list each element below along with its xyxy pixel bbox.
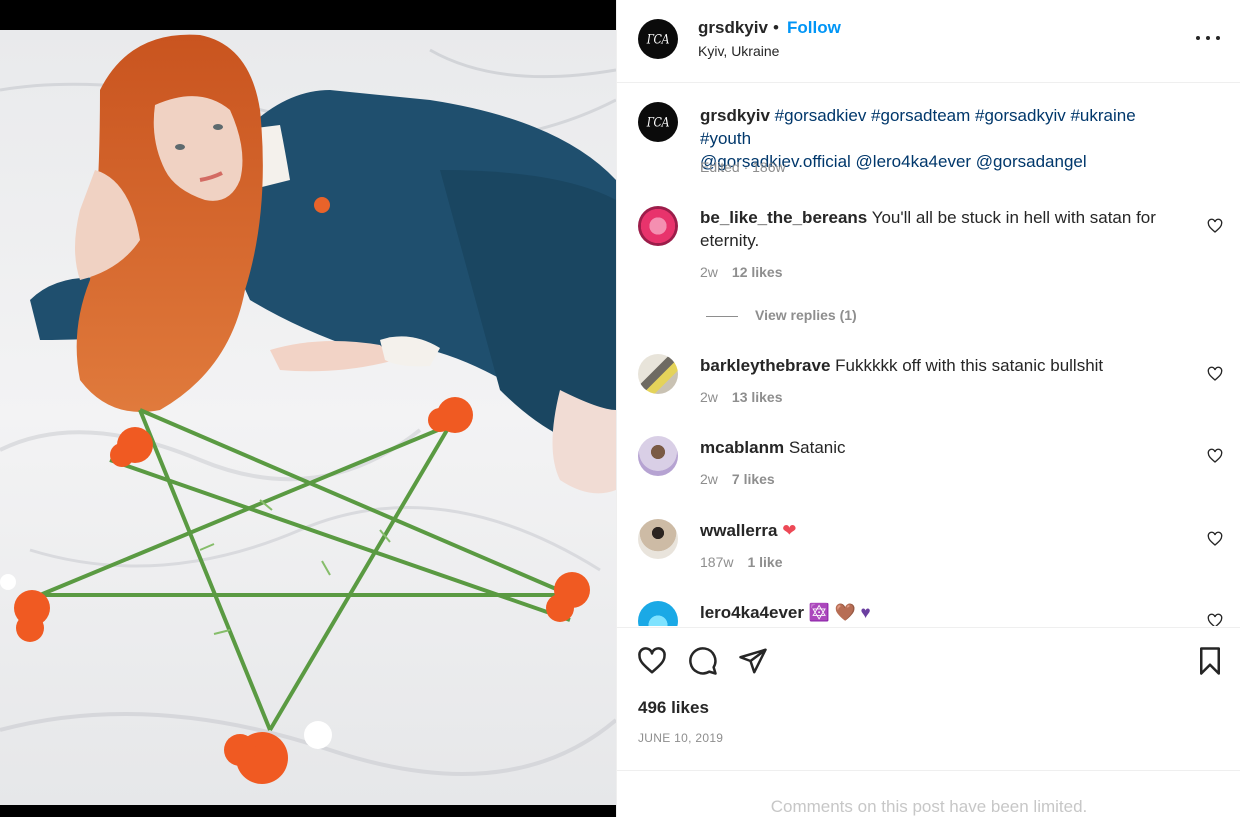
comment-text: lero4ka4ever 🔯 🤎 ♥ <box>700 601 1170 624</box>
comment-like-heart-icon[interactable] <box>1207 531 1223 547</box>
comment-text: mcablanm Satanic <box>700 436 1170 459</box>
comment-age: 2w <box>700 264 718 280</box>
caption-meta: Edited · 186w <box>700 159 786 175</box>
author-avatar[interactable]: ГСА <box>638 19 678 59</box>
comment-username[interactable]: wwallerra <box>700 521 778 540</box>
comment-likes[interactable]: 12 likes <box>732 264 783 280</box>
comment-likes[interactable]: 13 likes <box>732 389 783 405</box>
comment-age: 187w <box>700 554 734 570</box>
comment-text: be_like_the_bereans You'll all be stuck … <box>700 206 1170 252</box>
commenter-avatar[interactable] <box>638 354 678 394</box>
comment-content: Satanic <box>788 438 846 457</box>
comment-username[interactable]: mcablanm <box>700 438 784 457</box>
bookmark-icon[interactable] <box>1195 646 1225 676</box>
follow-button[interactable]: Follow <box>787 18 841 38</box>
commenter-avatar[interactable] <box>638 436 678 476</box>
comment-icon[interactable] <box>688 646 718 676</box>
separator-dot: • <box>773 18 779 37</box>
comment-text: wwallerra ❤ <box>700 519 1170 542</box>
author-username[interactable]: grsdkyiv <box>698 18 768 38</box>
post-actions: 496 likes JUNE 10, 2019 <box>617 627 1240 771</box>
commenter-avatar[interactable] <box>638 519 678 559</box>
commenter-avatar[interactable] <box>638 206 678 246</box>
post-date[interactable]: JUNE 10, 2019 <box>638 731 723 745</box>
avatar-logo-text: ГСА <box>646 31 670 47</box>
comment-content: Fukkkkk off with this satanic bullshit <box>835 356 1104 375</box>
likes-count[interactable]: 496 likes <box>638 698 709 718</box>
comment-content: ❤ <box>782 521 797 540</box>
commenter-avatar[interactable] <box>638 601 678 626</box>
caption-avatar[interactable]: ГСА <box>638 102 678 142</box>
comment-content: 🔯 🤎 ♥ <box>808 603 871 622</box>
comment-like-heart-icon[interactable] <box>1207 613 1223 626</box>
comment-meta: 2w 13 likes <box>700 389 783 405</box>
paper-plane-icon[interactable] <box>738 646 768 676</box>
comment-age: 2w <box>700 389 718 405</box>
comment-username[interactable]: be_like_the_bereans <box>700 208 867 227</box>
post-image <box>0 30 616 805</box>
more-horizontal-icon[interactable] <box>1195 28 1221 48</box>
comment-text: barkleythebrave Fukkkkk off with this sa… <box>700 354 1170 377</box>
comment-likes[interactable]: 7 likes <box>732 471 775 487</box>
post-details-panel: ГСА grsdkyiv • Follow Kyiv, Ukraine ГСА … <box>616 0 1240 817</box>
comment-age: 2w <box>700 471 718 487</box>
heart-icon[interactable] <box>637 646 667 676</box>
comment-meta: 187w 1 like <box>700 554 783 570</box>
comment-username[interactable]: lero4ka4ever <box>700 603 804 622</box>
comment-meta: 2w 12 likes <box>700 264 783 280</box>
comment-likes[interactable]: 1 like <box>747 554 782 570</box>
comment-like-heart-icon[interactable] <box>1207 448 1223 464</box>
avatar-logo-text: ГСА <box>646 114 670 130</box>
post-location[interactable]: Kyiv, Ukraine <box>698 43 779 59</box>
comment-username[interactable]: barkleythebrave <box>700 356 830 375</box>
comment-meta: 2w 7 likes <box>700 471 775 487</box>
comment-like-heart-icon[interactable] <box>1207 366 1223 382</box>
comments-list[interactable]: ГСА grsdkyiv #gorsadkiev #gorsadteam #go… <box>617 84 1240 626</box>
caption-username[interactable]: grsdkyiv <box>700 106 770 125</box>
comments-limited-notice: Comments on this post have been limited. <box>770 797 1088 816</box>
view-replies-button[interactable]: View replies (1) <box>706 307 857 323</box>
post-header: ГСА grsdkyiv • Follow Kyiv, Ukraine <box>617 0 1240 83</box>
comment-like-heart-icon[interactable] <box>1207 218 1223 234</box>
post-photo[interactable] <box>0 0 616 817</box>
